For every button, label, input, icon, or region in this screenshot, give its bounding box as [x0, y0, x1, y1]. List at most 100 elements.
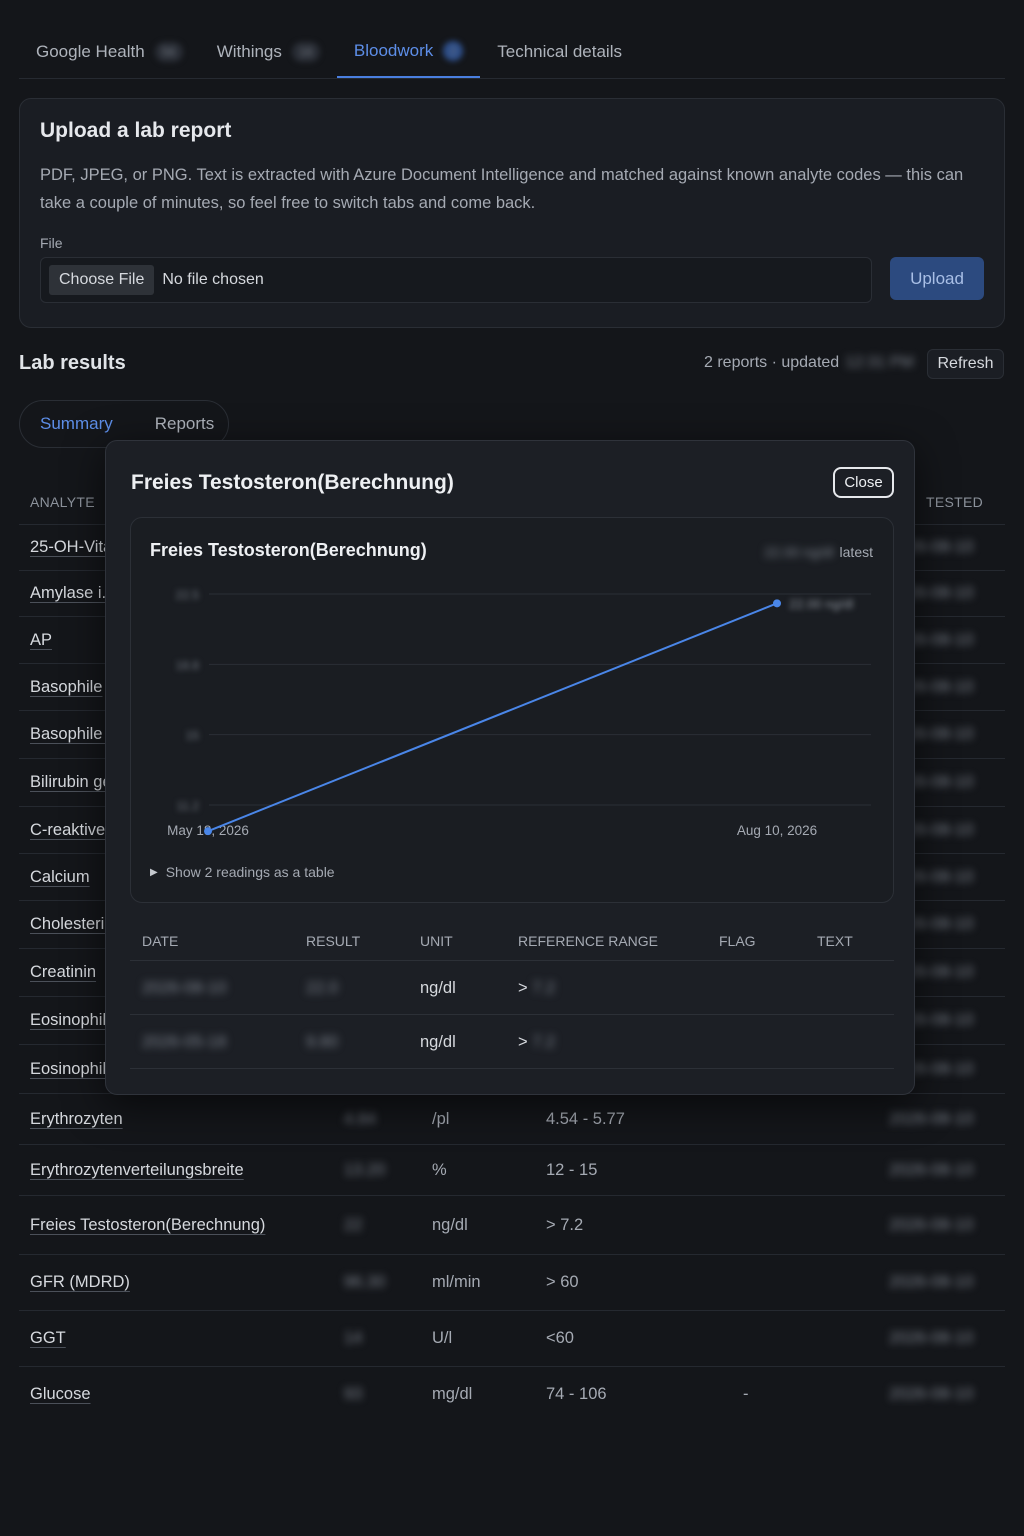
analyte-name[interactable]: Cholesterin — [30, 915, 113, 934]
main-tabs: Google Health 56 Withings 16 Bloodwork 2… — [19, 26, 1005, 79]
reference-range: <60 — [546, 1329, 574, 1347]
unit-value: /pl — [432, 1110, 450, 1128]
reading-unit: ng/dl — [420, 979, 456, 997]
updated-time: 12:31 PM — [845, 354, 914, 371]
tab-google-health[interactable]: Google Health 56 — [19, 26, 200, 78]
y-tick-label: 15 — [186, 729, 200, 743]
column-header-tested: TESTED — [926, 494, 984, 510]
table-row[interactable]: Erythrozytenverteilungsbreite 13.20% 12 - … — [19, 1144, 1005, 1195]
analyte-name[interactable]: AP — [30, 631, 52, 650]
chart-title: Freies Testosteron(Berechnung) — [150, 540, 427, 560]
result-value: 14 — [344, 1329, 363, 1347]
column-header-analyte: ANALYTE — [30, 494, 95, 510]
analyte-name[interactable]: Erythrozyten — [30, 1110, 123, 1129]
refresh-button[interactable]: Refresh — [927, 349, 1004, 379]
data-point[interactable] — [204, 827, 212, 836]
analyte-name[interactable]: Basophile — [30, 678, 102, 697]
readings-table-header: DATE RESULT UNIT REFERENCE RANGE FLAG TE… — [130, 915, 894, 961]
reading-unit: ng/dl — [420, 1033, 456, 1051]
reference-value: 7.2 — [532, 979, 556, 997]
choose-file-button[interactable]: Choose File — [49, 265, 155, 295]
reading-result: 9.80 — [306, 1033, 339, 1051]
reference-range: > 60 — [546, 1273, 579, 1291]
analyte-name[interactable]: Calcium — [30, 868, 90, 887]
y-tick-label: 22.5 — [176, 588, 200, 602]
analyte-detail-modal: Freies Testosteron(Berechnung) Close 22.… — [105, 440, 915, 1095]
column-header-result: RESULT — [306, 933, 361, 949]
tab-technical-details[interactable]: Technical details — [480, 26, 639, 78]
column-header-flag: FLAG — [719, 933, 756, 949]
reading-result: 22.0 — [306, 979, 339, 997]
column-header-text: TEXT — [817, 933, 853, 949]
tab-count-badge: 2 — [443, 41, 464, 61]
upload-description: PDF, JPEG, or PNG. Text is extracted wit… — [40, 166, 964, 212]
result-value: 22 — [344, 1216, 363, 1234]
tested-date: 2026-08-10 — [889, 1385, 974, 1403]
x-tick-label: Aug 10, 2026 — [737, 823, 817, 838]
unit-value: ng/dl — [432, 1216, 468, 1234]
result-value: 93 — [344, 1385, 363, 1403]
analyte-name[interactable]: GFR (MDRD) — [30, 1273, 130, 1292]
y-tick-label: 11.2 — [177, 799, 200, 813]
line-chart: 22.518.81511.2May 18, 2026Aug 10, 202622… — [167, 588, 871, 838]
column-header-unit: UNIT — [420, 933, 453, 949]
close-button[interactable]: Close — [833, 467, 894, 498]
tested-date: 2026-08-10 — [889, 1161, 974, 1179]
analyte-name[interactable]: GGT — [30, 1329, 66, 1348]
reference-range: > 7.2 — [546, 1216, 584, 1234]
data-point-label: 22.00 ng/dl — [789, 596, 853, 611]
unit-value: % — [432, 1161, 447, 1179]
reading-row: 2026-05-18 9.80 ng/dl > 7.2 — [130, 1015, 894, 1069]
readings-table: DATE RESULT UNIT REFERENCE RANGE FLAG TE… — [130, 915, 894, 1069]
modal-title: Freies Testosteron(Berechnung) — [131, 471, 454, 494]
result-value: 96.30 — [344, 1273, 386, 1291]
series-line — [207, 602, 778, 833]
subtab-reports[interactable]: Reports — [155, 414, 215, 434]
tab-label: Google Health — [36, 42, 145, 61]
reference-range: 12 - 15 — [546, 1161, 598, 1179]
analyte-name[interactable]: Glucose — [30, 1385, 91, 1404]
tab-bloodwork[interactable]: Bloodwork 2 — [336, 26, 481, 78]
upload-card: Upload a lab report PDF, JPEG, or PNG. T… — [19, 98, 1005, 328]
table-row[interactable]: Freies Testosteron(Berechnung) 22 ng/dl > 7… — [19, 1195, 1005, 1254]
table-row[interactable]: GFR (MDRD) 96.30 ml/min > 60 2026-08-10 — [19, 1254, 1005, 1310]
file-input[interactable]: Choose File No file chosen — [40, 257, 872, 303]
chart-latest: 22.00 ng/dl latest — [764, 544, 873, 560]
show-table-toggle[interactable]: ▶ Show 2 readings as a table — [150, 864, 335, 880]
show-table-label: Show 2 readings as a table — [165, 864, 335, 880]
table-row[interactable]: Erythrozyten 4.84/pl 4.54 - 5.77 2026-08-10 — [19, 1093, 1005, 1144]
upload-button[interactable]: Upload — [890, 257, 984, 300]
result-value: 4.84 — [344, 1110, 377, 1128]
reference-range: 74 - 106 — [546, 1385, 607, 1403]
table-row[interactable]: GGT 14 U/l <60 2026-08-10 — [19, 1310, 1005, 1366]
tab-count-badge: 16 — [291, 42, 320, 62]
reading-reference: > 7.2 — [518, 979, 555, 998]
reference-range: 4.54 - 5.77 — [546, 1110, 625, 1128]
tested-date: 2026-08-10 — [889, 1329, 974, 1347]
unit-value: U/l — [432, 1329, 453, 1347]
reading-row: 2026-08-10 22.0 ng/dl > 7.2 — [130, 961, 894, 1015]
result-value: 13.20 — [344, 1161, 386, 1179]
reports-count-text: 2 reports · updated — [704, 354, 840, 371]
tested-date: 2026-08-10 — [889, 1273, 974, 1291]
unit-value: ml/min — [432, 1273, 481, 1291]
lab-meta: 2 reports · updated 12:31 PM — [704, 354, 914, 372]
reading-date: 2026-05-18 — [142, 1033, 227, 1051]
tab-label: Bloodwork — [353, 41, 434, 60]
subtab-summary[interactable]: Summary — [40, 414, 113, 434]
disclosure-triangle-icon: ▶ — [150, 866, 158, 878]
data-point[interactable] — [773, 599, 781, 608]
analyte-name[interactable]: Eosinophile — [30, 1011, 115, 1030]
file-label: File — [40, 235, 63, 251]
tested-date: 2026-08-10 — [889, 1110, 974, 1128]
column-header-reference-range: REFERENCE RANGE — [518, 933, 659, 949]
analyte-name[interactable]: Erythrozytenverteilungsbreite — [30, 1161, 244, 1180]
lab-results-title: Lab results — [19, 352, 126, 374]
tested-date: 2026-08-10 — [889, 1216, 974, 1234]
tab-withings[interactable]: Withings 16 — [200, 26, 337, 78]
analyte-name[interactable]: Freies Testosteron(Berechnung) — [30, 1216, 265, 1235]
table-row[interactable]: Glucose 93 mg/dl 74 - 106 - 2026-08-10 — [19, 1366, 1005, 1422]
analyte-name[interactable]: Creatinin — [30, 963, 96, 982]
reference-operator: > — [518, 1033, 528, 1051]
flag-value: - — [743, 1385, 749, 1403]
